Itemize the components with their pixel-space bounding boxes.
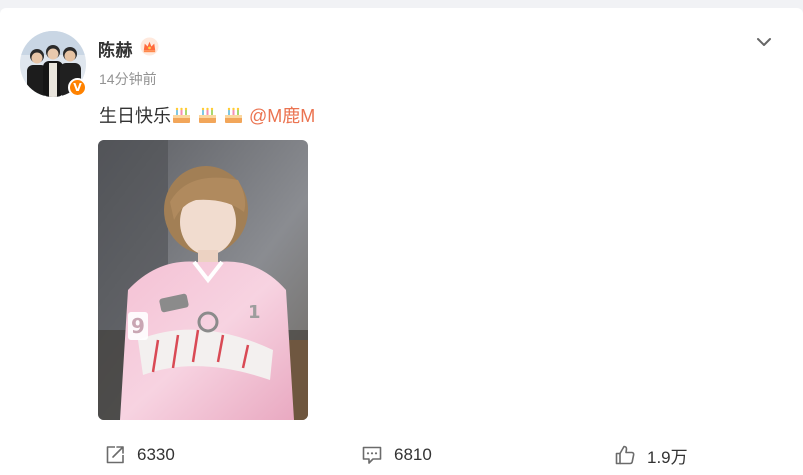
- verified-badge: V: [68, 78, 87, 97]
- post-actions-bar: 6330 6810 1.9万: [0, 440, 803, 470]
- svg-text:9: 9: [131, 314, 145, 338]
- post-timestamp[interactable]: 14分钟前: [99, 69, 157, 89]
- post-content: 生日快乐 @M鹿M: [99, 102, 315, 130]
- like-count: 1.9万: [647, 447, 688, 467]
- share-icon: [106, 446, 124, 464]
- svg-text:1: 1: [248, 302, 261, 323]
- thumbs-up-icon: [615, 445, 635, 465]
- comment-count: 6810: [394, 445, 432, 464]
- chevron-down-icon[interactable]: [752, 30, 776, 54]
- birthday-cake-icon: [225, 107, 242, 123]
- repost-button[interactable]: 6330: [104, 440, 175, 470]
- crown-icon: [140, 37, 159, 56]
- post-card: V 陈赫 14分钟前 生日快乐 @M鹿M 9 1 6330 6810 1.9万: [0, 8, 803, 475]
- like-button[interactable]: 1.9万: [614, 440, 688, 470]
- post-text: 生日快乐: [99, 106, 171, 126]
- user-mention-link[interactable]: @M鹿M: [249, 106, 315, 126]
- comment-icon: [362, 446, 382, 464]
- author-name[interactable]: 陈赫: [98, 36, 133, 61]
- post-image[interactable]: 9 1: [98, 140, 308, 420]
- repost-count: 6330: [137, 445, 175, 464]
- birthday-cake-icon: [173, 107, 190, 123]
- birthday-cake-icon: [199, 107, 216, 123]
- comment-button[interactable]: 6810: [361, 440, 432, 470]
